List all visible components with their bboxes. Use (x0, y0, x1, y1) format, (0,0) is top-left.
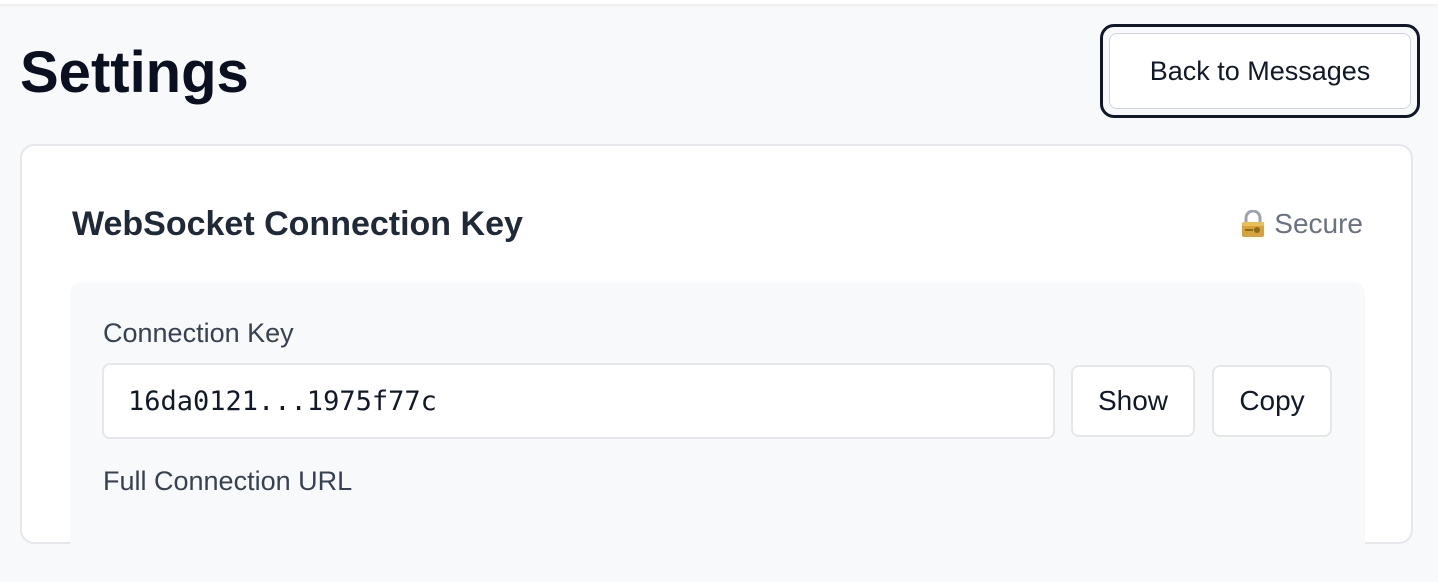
connection-key-label: Connection Key (103, 318, 294, 348)
focus-ring: Back to Messages (1100, 24, 1420, 118)
page-title: Settings (20, 40, 249, 105)
copy-key-button[interactable]: Copy (1212, 365, 1332, 437)
secure-badge: Secure (1240, 206, 1363, 242)
lock-key-icon (1240, 210, 1266, 238)
top-bar (0, 0, 1438, 4)
full-connection-url-label: Full Connection URL (103, 466, 353, 496)
connection-key-card: WebSocket Connection Key Secure Connecti… (20, 144, 1413, 582)
key-panel: Connection Key Show Copy Full Connection… (70, 282, 1365, 582)
connection-key-input[interactable] (102, 363, 1055, 439)
show-key-button[interactable]: Show (1071, 365, 1195, 437)
back-to-messages-button[interactable]: Back to Messages (1109, 33, 1411, 109)
secure-label: Secure (1274, 208, 1363, 239)
card-title: WebSocket Connection Key (72, 205, 523, 243)
